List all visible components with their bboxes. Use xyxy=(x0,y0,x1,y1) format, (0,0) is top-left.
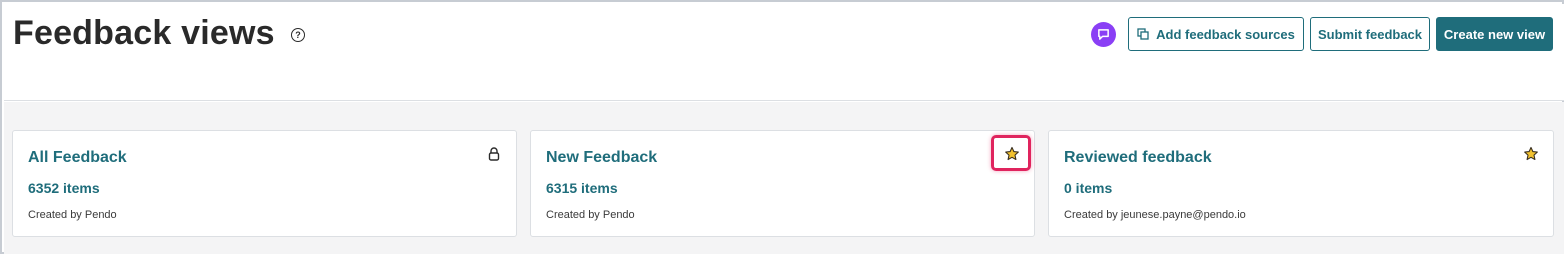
create-new-view-button[interactable]: Create new view xyxy=(1436,17,1553,51)
view-card-creator: Created by jeunese.payne@pendo.io xyxy=(1064,209,1246,221)
view-card-count: 0 items xyxy=(1064,180,1113,196)
view-card-creator: Created by Pendo xyxy=(28,209,117,221)
views-grid: All Feedback 6352 items Created by Pendo… xyxy=(4,102,1564,254)
view-card-all-feedback[interactable]: All Feedback 6352 items Created by Pendo xyxy=(12,130,517,237)
view-card-title[interactable]: Reviewed feedback xyxy=(1064,149,1212,167)
question-circle-icon[interactable]: ? xyxy=(291,28,305,42)
help-glyph: ? xyxy=(295,30,301,40)
page-title: Feedback views xyxy=(13,14,275,52)
view-card-creator: Created by Pendo xyxy=(546,209,635,221)
lock-icon xyxy=(486,146,502,162)
copy-icon xyxy=(1137,28,1149,40)
view-card-count: 6315 items xyxy=(546,180,618,196)
app-frame: Feedback views ? Add feedback sources Su… xyxy=(0,0,1564,254)
view-card-count: 6352 items xyxy=(28,180,100,196)
chat-bubble-icon[interactable] xyxy=(1091,22,1116,47)
view-card-title[interactable]: All Feedback xyxy=(28,149,127,167)
add-feedback-sources-label: Add feedback sources xyxy=(1156,26,1295,42)
add-feedback-sources-button[interactable]: Add feedback sources xyxy=(1128,17,1304,51)
view-card-reviewed-feedback[interactable]: Reviewed feedback 0 items Created by jeu… xyxy=(1048,130,1554,237)
page-header: Feedback views ? Add feedback sources Su… xyxy=(4,4,1564,101)
view-card-new-feedback[interactable]: New Feedback 6315 items Created by Pendo xyxy=(530,130,1035,237)
star-icon[interactable] xyxy=(1523,146,1539,162)
view-card-title[interactable]: New Feedback xyxy=(546,149,657,167)
submit-feedback-button[interactable]: Submit feedback xyxy=(1310,17,1430,51)
star-highlight-annotation xyxy=(991,135,1031,171)
